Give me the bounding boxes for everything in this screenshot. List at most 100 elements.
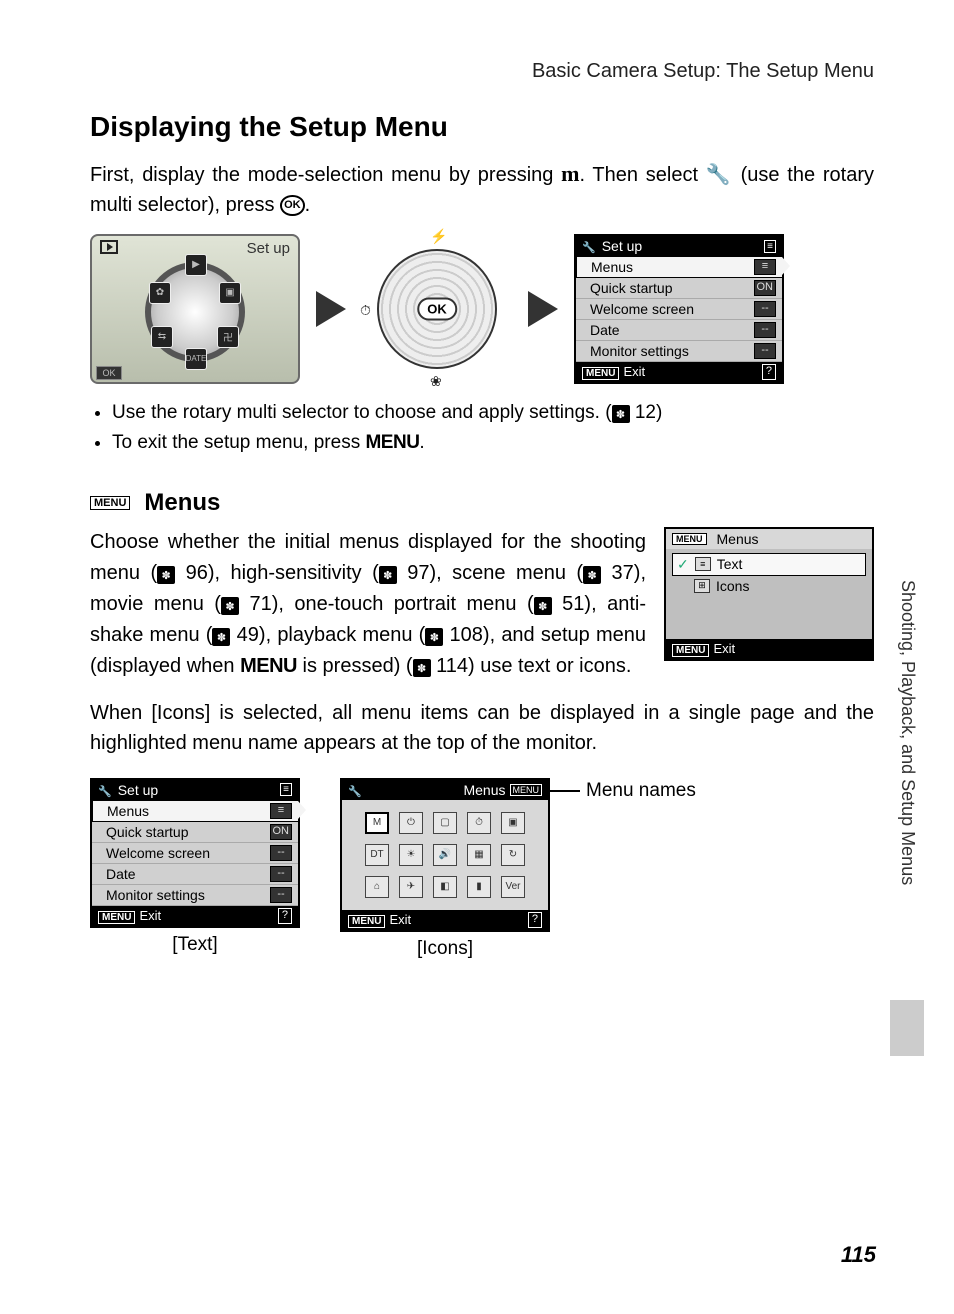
- setup-menu-screen: Set up ≡ Menus ≡ Quick startup ON Welcom…: [574, 234, 784, 384]
- xref-icon: [212, 628, 230, 646]
- menu-badge-icon: MENU: [672, 533, 707, 545]
- mode-select-label: Set up: [247, 240, 290, 257]
- row-label: Monitor settings: [106, 887, 205, 903]
- xref-page: 114: [436, 655, 468, 677]
- list-icon: ≡: [280, 783, 292, 796]
- intro-paragraph: First, display the mode-selection menu b…: [90, 157, 874, 220]
- icon-cell: ⌂: [365, 876, 389, 898]
- ok-icon: OK: [280, 195, 305, 216]
- diagram-row: Set up ▶ ✿ ▣ ⇆ 卍 DATE OK ⚡ ❀ ⏱ OK: [90, 234, 874, 384]
- exit-label: Exit: [139, 908, 161, 923]
- callout-text: Menu names: [586, 780, 696, 801]
- menu-row-welcome: Welcome screen --: [576, 299, 782, 320]
- menu-row-menus: Menus ≡: [576, 256, 782, 278]
- page-number: 115: [841, 1242, 876, 1268]
- icon-cell: 🔊: [433, 844, 457, 866]
- menu-row-date: Date --: [576, 320, 782, 341]
- mode-icon: m: [561, 161, 579, 186]
- mode-select-screen: Set up ▶ ✿ ▣ ⇆ 卍 DATE OK: [90, 234, 300, 384]
- xref-icon: [413, 659, 431, 677]
- row-label: Welcome screen: [590, 301, 694, 317]
- row-value: ≡: [270, 803, 292, 819]
- row-value: --: [270, 866, 292, 882]
- t: ) use text or icons.: [468, 655, 631, 677]
- arrow-icon: [316, 291, 346, 327]
- xref-icon: [612, 405, 630, 423]
- ok-button: OK: [417, 298, 457, 321]
- playback-icon: [100, 240, 118, 254]
- bullet-item: To exit the setup menu, press MENU.: [112, 428, 874, 458]
- side-thumb-tab: [890, 1000, 924, 1056]
- exit-label: Exit: [623, 364, 645, 379]
- macro-icon: ❀: [430, 373, 442, 390]
- mode-dial-icon: 卍: [217, 326, 239, 348]
- xref-page: 12: [635, 402, 656, 423]
- menu-names-callout: Menu names: [550, 780, 696, 802]
- wrench-icon: [582, 238, 596, 254]
- check-icon: ✓: [677, 556, 689, 573]
- t: ), scene menu (: [429, 562, 583, 584]
- menu-badge-icon: MENU: [90, 496, 130, 510]
- menu-label-icon: MENU: [240, 655, 297, 677]
- exit-label: Exit: [713, 641, 735, 656]
- row-label: Date: [590, 322, 620, 338]
- icon-cell: ⏻: [399, 812, 423, 834]
- menu-row-quickstartup: Quick startup ON: [576, 278, 782, 299]
- bullet-item: Use the rotary multi selector to choose …: [112, 398, 874, 428]
- selected-item-icon: MENU: [510, 784, 543, 796]
- option-icons: ⊞ Icons: [672, 576, 866, 596]
- ok-badge: OK: [96, 366, 122, 380]
- help-icon: ?: [762, 364, 776, 380]
- menus-option-screen: MENU Menus ✓ ≡ Text ⊞ Icons MENUExit: [664, 527, 874, 661]
- subhead-row: MENU Menus: [90, 489, 874, 517]
- row-value: --: [754, 301, 776, 317]
- rotary-selector: ⚡ ❀ ⏱ OK: [362, 234, 512, 384]
- setup-menu-footer: MENUExit ?: [576, 362, 782, 382]
- t: is pressed) (: [297, 655, 413, 677]
- menus-option-footer: MENU Exit: [666, 639, 872, 659]
- icon-cell: ◧: [433, 876, 457, 898]
- setup-title-text: Set up: [602, 238, 642, 254]
- xref-page: 71: [249, 593, 271, 615]
- setup-menu-title: Set up ≡: [576, 236, 782, 256]
- bullet-list: Use the rotary multi selector to choose …: [90, 398, 874, 459]
- mode-dial-icon: ▶: [185, 254, 207, 276]
- icons-paragraph: When [Icons] is selected, all menu items…: [90, 698, 874, 758]
- mode-dial: ▶ ✿ ▣ ⇆ 卍 DATE: [145, 262, 245, 362]
- row-label: Quick startup: [590, 280, 672, 296]
- menu-row-monitor: Monitor settings --: [576, 341, 782, 362]
- t: ), one-touch portrait menu (: [272, 593, 534, 615]
- mode-dial-icon: ✿: [149, 282, 171, 304]
- menu-badge-icon: MENU: [348, 915, 385, 928]
- help-icon: ?: [278, 908, 292, 924]
- timer-icon: ⏱: [360, 302, 371, 319]
- xref-page: 49: [237, 624, 259, 646]
- xref-page: 108: [450, 624, 483, 646]
- icon-cell: ▢: [433, 812, 457, 834]
- row-label: Quick startup: [106, 824, 188, 840]
- intro-text-4: .: [305, 194, 311, 216]
- t: ), high-sensitivity (: [208, 562, 379, 584]
- mode-dial-icon: ▣: [219, 282, 241, 304]
- icon-cell: ☀: [399, 844, 423, 866]
- callout-line: [550, 790, 580, 792]
- icon-cell: ✈: [399, 876, 423, 898]
- exit-label: Exit: [389, 912, 411, 927]
- icon-cell: ▮: [467, 876, 491, 898]
- menus-row: Choose whether the initial menus display…: [90, 527, 874, 682]
- row: Monitor settings--: [92, 885, 298, 906]
- row-value: --: [754, 343, 776, 359]
- side-tab: Shooting, Playback, and Setup Menus: [897, 580, 918, 980]
- row: Welcome screen--: [92, 843, 298, 864]
- text-option-icon: ≡: [695, 557, 711, 571]
- row-value: --: [754, 322, 776, 338]
- title-text: Set up: [118, 782, 158, 798]
- intro-text-2: . Then select: [579, 164, 705, 186]
- menu-badge-icon: MENU: [672, 644, 709, 657]
- text-example-screen: Set up ≡ Menus≡ Quick startupON Welcome …: [90, 778, 300, 928]
- wrench-icon: [348, 782, 362, 798]
- row-label: Date: [106, 866, 136, 882]
- xref-icon: [534, 597, 552, 615]
- xref-page: 97: [407, 562, 429, 584]
- row: Quick startupON: [92, 822, 298, 843]
